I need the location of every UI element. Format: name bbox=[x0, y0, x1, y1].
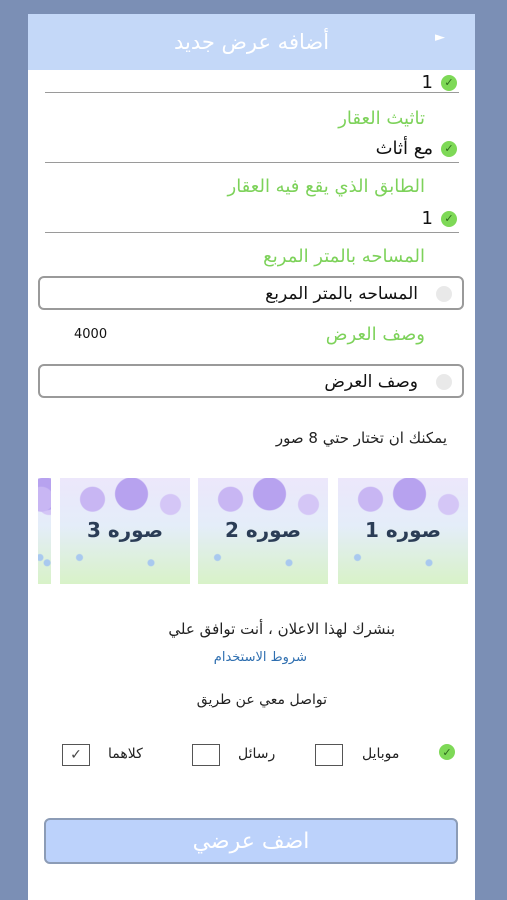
check-icon: ✓ bbox=[441, 74, 457, 91]
divider bbox=[45, 92, 459, 93]
divider bbox=[45, 162, 459, 163]
contact-option-label: كلاهما bbox=[108, 746, 143, 762]
photo-slot-2[interactable]: صوره 2 bbox=[198, 478, 328, 584]
check-icon: ✓ bbox=[441, 210, 457, 227]
floor-value[interactable]: ✓ 1 bbox=[422, 208, 457, 229]
submit-offer-button[interactable]: اضف عرضي bbox=[44, 818, 458, 864]
photo-slot-3[interactable]: صوره 3 bbox=[60, 478, 190, 584]
area-label: المساحه بالمتر المربع bbox=[263, 246, 425, 267]
check-icon: ✓ bbox=[441, 140, 457, 157]
contact-option-label: موبايل bbox=[362, 746, 400, 762]
status-dot-icon bbox=[436, 374, 452, 390]
contact-title: تواصل معي عن طريق bbox=[196, 692, 327, 708]
photos-hint: يمكنك ان تختار حتي 8 صور bbox=[275, 429, 447, 447]
desc-input[interactable]: وصف العرض bbox=[38, 364, 464, 398]
photo-slot-4[interactable] bbox=[38, 478, 51, 584]
prev-field-value[interactable]: ✓ 1 bbox=[422, 72, 457, 93]
checkmark-icon: ✓ bbox=[70, 747, 82, 763]
floor-label: الطابق الذي يقع فيه العقار bbox=[227, 176, 426, 197]
status-dot-icon bbox=[436, 286, 452, 302]
play-arrow-icon[interactable]: ► bbox=[435, 30, 445, 45]
desc-label: وصف العرض bbox=[325, 324, 425, 345]
app-header: أضافه عرض جديد ► bbox=[28, 14, 475, 70]
page-title: أضافه عرض جديد bbox=[173, 30, 330, 54]
terms-link[interactable]: شروط الاستخدام bbox=[214, 650, 307, 665]
check-icon: ✓ bbox=[439, 744, 455, 760]
contact-checkbox-messages[interactable] bbox=[192, 744, 220, 766]
contact-checkbox-both[interactable]: ✓ bbox=[62, 744, 90, 766]
contact-option-label: رسائل bbox=[238, 746, 276, 762]
area-input[interactable]: المساحه بالمتر المربع bbox=[38, 276, 464, 310]
form-panel: أضافه عرض جديد ► ✓ 1 تاثيث العقار ✓ مع أ… bbox=[28, 14, 475, 900]
furnishing-label: تاثيث العقار bbox=[338, 108, 425, 129]
photo-slot-1[interactable]: صوره 1 bbox=[338, 478, 468, 584]
desc-char-counter: 4000 bbox=[74, 327, 108, 342]
furnishing-value[interactable]: ✓ مع أثاث bbox=[376, 138, 457, 159]
terms-text: بنشرك لهذا الاعلان ، أنت توافق علي bbox=[168, 620, 395, 638]
contact-checkbox-mobile[interactable] bbox=[315, 744, 343, 766]
divider bbox=[45, 232, 459, 233]
